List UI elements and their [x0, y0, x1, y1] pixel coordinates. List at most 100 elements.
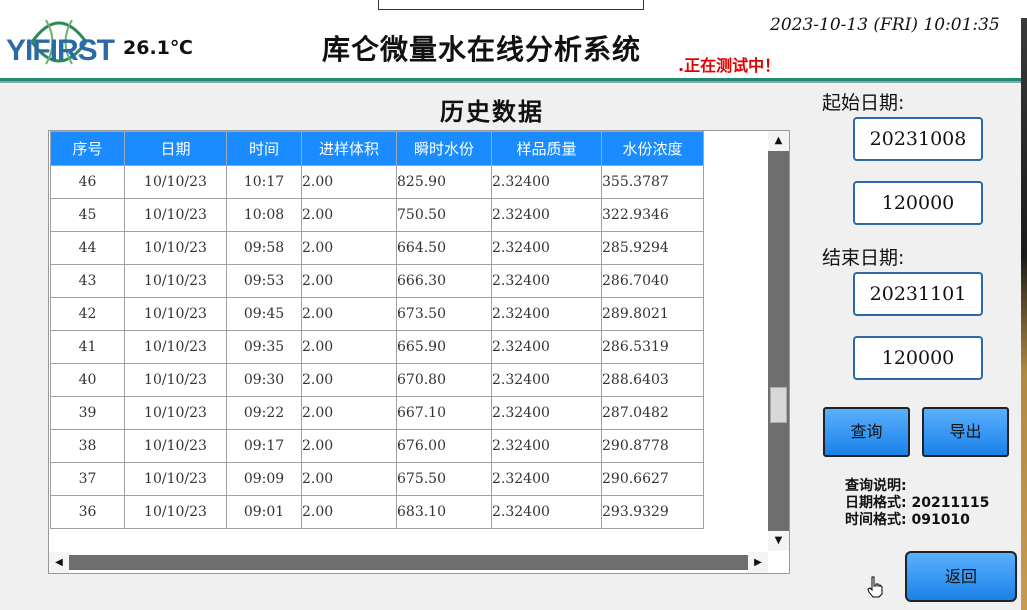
table-cell: 09:35 [226, 330, 302, 364]
table-cell: 40 [50, 363, 125, 397]
table-cell: 10/10/23 [124, 165, 227, 199]
column-header[interactable]: 时间 [226, 131, 302, 166]
start-time-field[interactable]: 120000 [853, 181, 983, 225]
table-cell: 285.9294 [601, 231, 704, 265]
table-row[interactable]: 46 10/10/23 10:17 2.00 825.90 2.32400 355.3787 [50, 165, 704, 199]
table-cell: 10/10/23 [124, 264, 227, 298]
start-date-field[interactable]: 20231008 [853, 117, 983, 161]
table-cell: 2.00 [301, 264, 397, 298]
column-header[interactable]: 进样体积 [301, 131, 397, 166]
table-cell: 42 [50, 297, 125, 331]
table-cell: 2.32400 [491, 429, 602, 463]
table-cell: 43 [50, 264, 125, 298]
scroll-thumb[interactable] [770, 387, 787, 423]
column-header[interactable]: 序号 [50, 131, 125, 166]
horizontal-scrollbar[interactable]: ◀ ▶ [49, 552, 768, 573]
table-cell: 2.32400 [491, 462, 602, 496]
table-cell: 2.32400 [491, 297, 602, 331]
table-cell: 673.50 [396, 297, 492, 331]
table-cell: 286.7040 [601, 264, 704, 298]
table-cell: 286.5319 [601, 330, 704, 364]
table-cell: 667.10 [396, 396, 492, 430]
help-time-format: 时间格式: 091010 [845, 512, 970, 528]
table-row[interactable]: 37 10/10/23 09:09 2.00 675.50 2.32400 290.6627 [50, 462, 704, 496]
hand-cursor-icon [867, 576, 883, 598]
end-date-field[interactable]: 20231101 [853, 272, 983, 316]
top-tab [378, 0, 644, 10]
table-cell: 46 [50, 165, 125, 199]
table-cell: 10/10/23 [124, 396, 227, 430]
header-divider [0, 81, 1027, 83]
table-cell: 670.80 [396, 363, 492, 397]
table-cell: 293.9329 [601, 495, 704, 529]
table-row[interactable]: 41 10/10/23 09:35 2.00 665.90 2.32400 286.5319 [50, 330, 704, 364]
table-cell: 664.50 [396, 231, 492, 265]
table-cell: 2.32400 [491, 165, 602, 199]
table-cell: 287.0482 [601, 396, 704, 430]
table-cell: 665.90 [396, 330, 492, 364]
table-cell: 41 [50, 330, 125, 364]
table-cell: 2.00 [301, 429, 397, 463]
table-cell: 290.6627 [601, 462, 704, 496]
column-header[interactable]: 水份浓度 [601, 131, 704, 166]
table-cell: 322.9346 [601, 198, 704, 232]
table-cell: 09:01 [226, 495, 302, 529]
status-text: .正在测试中！ [678, 56, 781, 75]
table-header-row: 序号 日期 时间 进样体积 瞬时水份 样品质量 水份浓度 [50, 131, 704, 166]
table-cell: 2.00 [301, 330, 397, 364]
table-cell: 2.00 [301, 495, 397, 529]
table-row[interactable]: 36 10/10/23 09:01 2.00 683.10 2.32400 293.9329 [50, 495, 704, 529]
table-cell: 10/10/23 [124, 297, 227, 331]
table-row[interactable]: 44 10/10/23 09:58 2.00 664.50 2.32400 285.9294 [50, 231, 704, 265]
table-row[interactable]: 40 10/10/23 09:30 2.00 670.80 2.32400 288.6403 [50, 363, 704, 397]
scroll-up-icon[interactable]: ▲ [768, 131, 789, 151]
logo-text: YIFIRST [6, 34, 115, 67]
table-cell: 2.32400 [491, 264, 602, 298]
table-cell: 2.32400 [491, 330, 602, 364]
table-cell: 288.6403 [601, 363, 704, 397]
table-row[interactable]: 39 10/10/23 09:22 2.00 667.10 2.32400 287.0482 [50, 396, 704, 430]
table-cell: 2.32400 [491, 231, 602, 265]
scroll-down-icon[interactable]: ▼ [768, 531, 789, 551]
query-button[interactable]: 查询 [823, 407, 910, 457]
table-cell: 10/10/23 [124, 462, 227, 496]
table-cell: 2.00 [301, 297, 397, 331]
table-cell: 666.30 [396, 264, 492, 298]
table-cell: 825.90 [396, 165, 492, 199]
column-header[interactable]: 样品质量 [491, 131, 602, 166]
table-cell: 2.32400 [491, 198, 602, 232]
table-cell: 36 [50, 495, 125, 529]
history-table: 序号 日期 时间 进样体积 瞬时水份 样品质量 水份浓度 46 10/10/23 1… [50, 131, 704, 529]
table-row[interactable]: 45 10/10/23 10:08 2.00 750.50 2.32400 322.9346 [50, 198, 704, 232]
end-date-label: 结束日期: [822, 247, 905, 269]
table-cell: 2.00 [301, 462, 397, 496]
column-header[interactable]: 瞬时水份 [396, 131, 492, 166]
table-cell: 2.32400 [491, 363, 602, 397]
table-cell: 10:08 [226, 198, 302, 232]
table-cell: 09:17 [226, 429, 302, 463]
vertical-scrollbar[interactable]: ▲ ▼ [768, 131, 789, 551]
table-cell: 37 [50, 462, 125, 496]
table-row[interactable]: 38 10/10/23 09:17 2.00 676.00 2.32400 290.8778 [50, 429, 704, 463]
table-cell: 10/10/23 [124, 429, 227, 463]
table-row[interactable]: 42 10/10/23 09:45 2.00 673.50 2.32400 289.8021 [50, 297, 704, 331]
scroll-track[interactable] [768, 151, 789, 531]
scroll-right-icon[interactable]: ▶ [748, 552, 768, 573]
export-button[interactable]: 导出 [922, 407, 1009, 457]
table-cell: 10:17 [226, 165, 302, 199]
table-row[interactable]: 43 10/10/23 09:53 2.00 666.30 2.32400 286.7040 [50, 264, 704, 298]
table-cell: 2.00 [301, 198, 397, 232]
scroll-left-icon[interactable]: ◀ [49, 552, 69, 573]
table-cell: 39 [50, 396, 125, 430]
help-title: 查询说明: [845, 478, 907, 494]
end-time-field[interactable]: 120000 [853, 336, 983, 380]
scroll-track-horizontal[interactable] [69, 555, 748, 570]
table-cell: 10/10/23 [124, 198, 227, 232]
temperature-readout: 26.1℃ [123, 37, 193, 59]
table-cell: 10/10/23 [124, 330, 227, 364]
back-button[interactable]: 返回 [905, 551, 1017, 602]
table-cell: 10/10/23 [124, 495, 227, 529]
logo: YIFIRST [4, 12, 115, 72]
column-header[interactable]: 日期 [124, 131, 227, 166]
table-cell: 09:22 [226, 396, 302, 430]
